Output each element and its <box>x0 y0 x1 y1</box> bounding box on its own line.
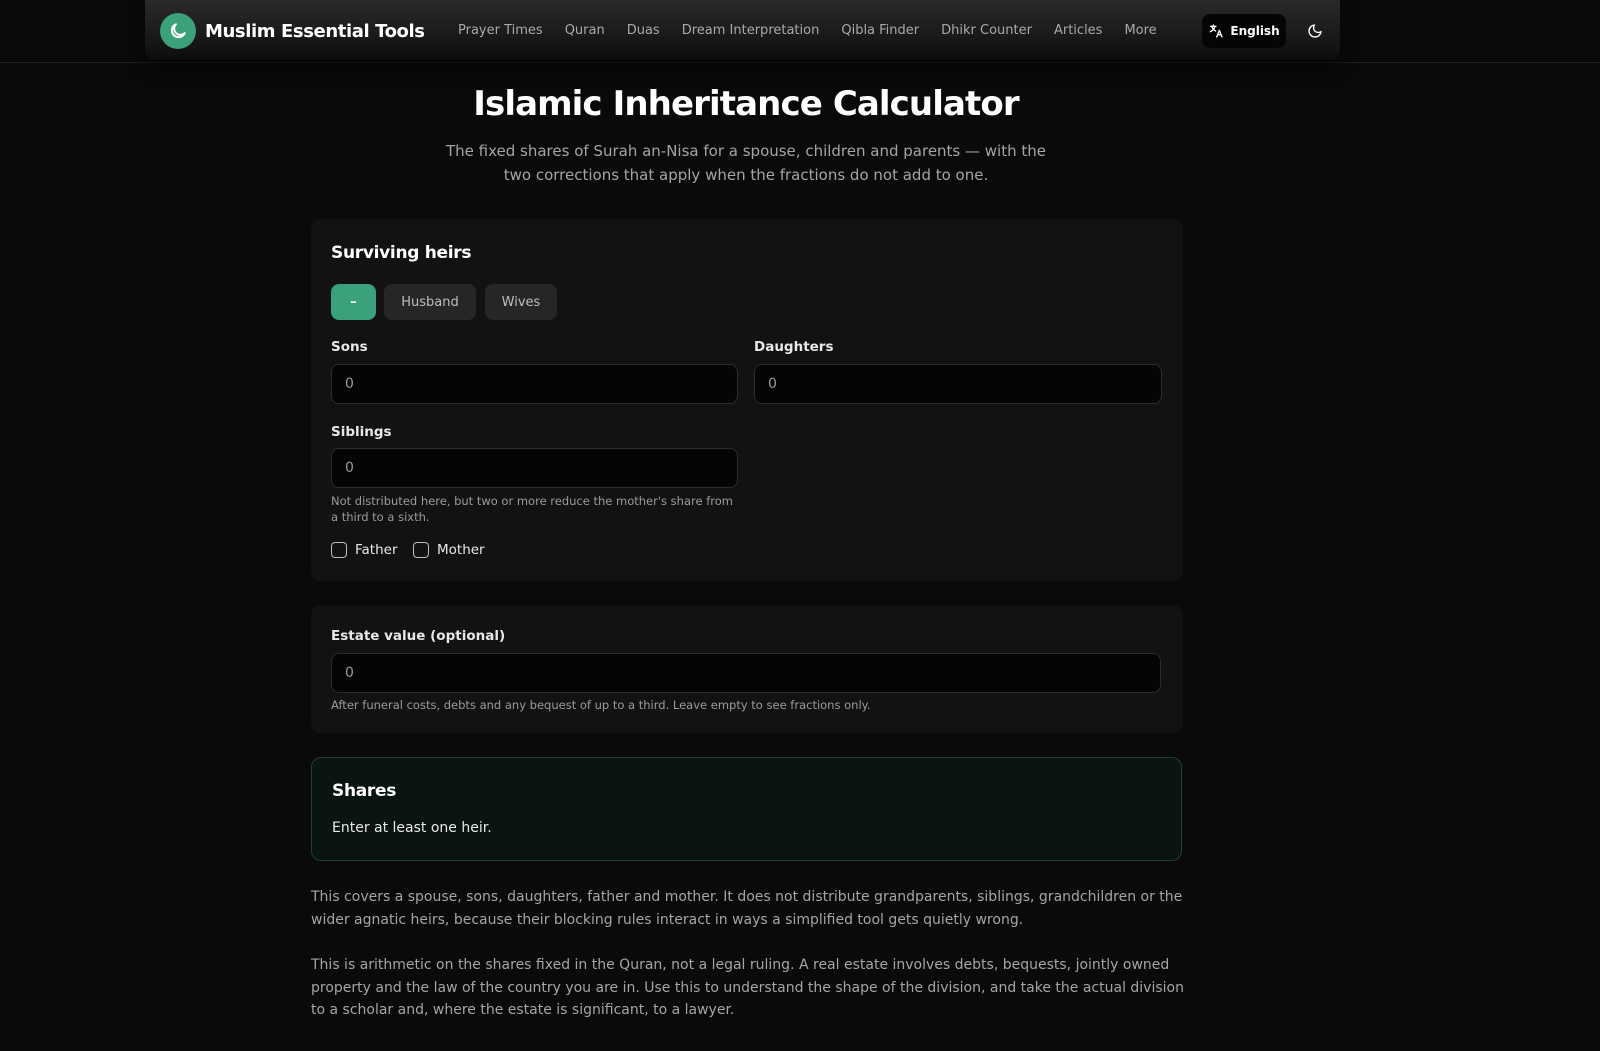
spouse-none-button[interactable]: – <box>331 284 376 320</box>
father-label: Father <box>355 542 398 558</box>
mother-checkbox-box[interactable] <box>413 542 429 558</box>
sons-label: Sons <box>331 339 368 355</box>
crescent-moon-logo-icon <box>160 13 196 49</box>
nav-duas[interactable]: Duas <box>627 20 660 42</box>
spouse-wives-button[interactable]: Wives <box>485 284 557 320</box>
spouse-husband-button[interactable]: Husband <box>384 284 476 320</box>
father-checkbox[interactable]: Father <box>331 542 398 558</box>
page-subtitle: The fixed shares of Surah an-Nisa for a … <box>446 142 1046 184</box>
language-button[interactable]: English <box>1202 14 1286 48</box>
nav-dream-interpretation[interactable]: Dream Interpretation <box>682 20 820 42</box>
nav-dhikr-counter[interactable]: Dhikr Counter <box>941 20 1032 42</box>
brand-link[interactable]: Muslim Essential Tools <box>160 13 425 49</box>
father-checkbox-box[interactable] <box>331 542 347 558</box>
daughters-input[interactable]: 0 <box>754 364 1162 404</box>
siblings-input[interactable]: 0 <box>331 448 738 488</box>
mother-checkbox[interactable]: Mother <box>413 542 485 558</box>
estate-help-text: After funeral costs, debts and any beque… <box>331 698 871 712</box>
shares-card <box>311 757 1182 861</box>
shares-message: Enter at least one heir. <box>332 820 492 836</box>
top-navbar: Muslim Essential Tools Prayer Times Qura… <box>0 0 1600 63</box>
estate-label: Estate value (optional) <box>331 628 506 644</box>
scope-note: This covers a spouse, sons, daughters, f… <box>311 889 1183 928</box>
estate-value-input[interactable]: 0 <box>331 653 1161 693</box>
theme-toggle-button[interactable] <box>1302 18 1328 44</box>
siblings-help-text: Not distributed here, but two or more re… <box>331 494 733 524</box>
heirs-title: Surviving heirs <box>331 243 472 263</box>
disclaimer-note: This is arithmetic on the shares fixed i… <box>311 957 1184 1018</box>
brand-name: Muslim Essential Tools <box>205 20 425 42</box>
nav-articles[interactable]: Articles <box>1054 20 1102 42</box>
nav-quran[interactable]: Quran <box>565 20 605 42</box>
main-nav: Prayer Times Quran Duas Dream Interpreta… <box>458 20 1179 42</box>
mother-label: Mother <box>437 542 485 558</box>
translate-icon <box>1210 24 1224 38</box>
daughters-label: Daughters <box>754 339 834 355</box>
moon-icon <box>1308 24 1322 38</box>
page-title: Islamic Inheritance Calculator <box>473 84 1019 124</box>
nav-qibla-finder[interactable]: Qibla Finder <box>841 20 919 42</box>
shares-title: Shares <box>332 781 397 801</box>
nav-more[interactable]: More <box>1124 20 1156 42</box>
nav-prayer-times[interactable]: Prayer Times <box>458 20 543 42</box>
language-label: English <box>1230 24 1280 38</box>
siblings-label: Siblings <box>331 424 392 440</box>
sons-input[interactable]: 0 <box>331 364 738 404</box>
